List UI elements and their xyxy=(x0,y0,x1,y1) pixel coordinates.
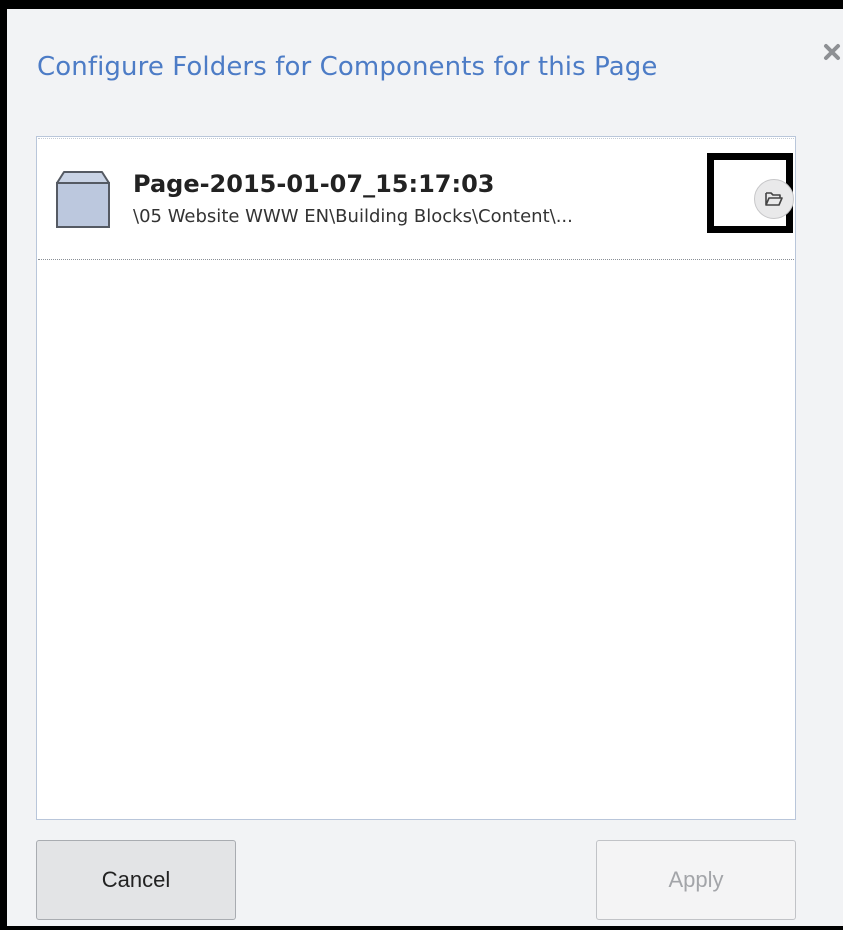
list-item[interactable]: Page-2015-01-07_15:17:03 \05 Website WWW… xyxy=(38,138,794,260)
close-icon xyxy=(824,44,840,60)
page-box-icon xyxy=(56,171,110,228)
component-folder-list: Page-2015-01-07_15:17:03 \05 Website WWW… xyxy=(36,136,796,820)
dialog-title: Configure Folders for Components for thi… xyxy=(37,52,658,82)
apply-button[interactable]: Apply xyxy=(596,840,796,920)
folder-open-icon xyxy=(765,192,783,206)
close-button[interactable] xyxy=(819,39,843,65)
configure-folders-dialog: Configure Folders for Components for thi… xyxy=(7,9,843,926)
item-path: \05 Website WWW EN\Building Blocks\Conte… xyxy=(133,206,573,227)
select-folder-button[interactable] xyxy=(754,179,794,219)
cancel-button[interactable]: Cancel xyxy=(36,840,236,920)
item-title: Page-2015-01-07_15:17:03 xyxy=(133,170,495,198)
